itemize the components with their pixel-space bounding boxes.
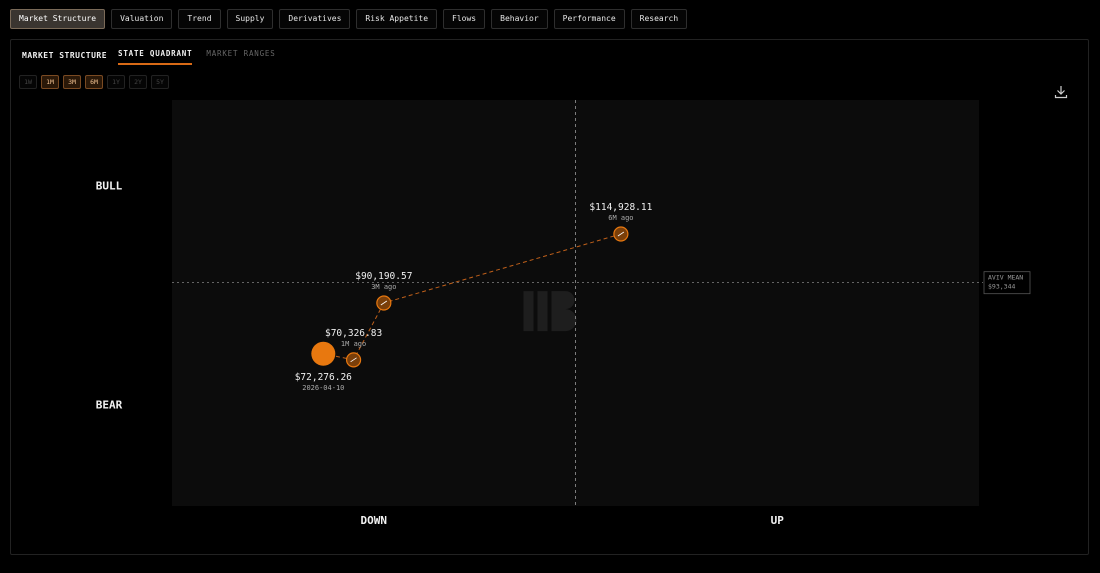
quadrant-label-up: UP <box>771 514 785 527</box>
state-quadrant-chart: AVIV MEAN$93,344 BULL BEAR DOWN UP $114,928.1… <box>96 100 1031 527</box>
point-date: 2026-04-10 <box>302 384 344 392</box>
mean-value: $93,344 <box>988 283 1015 291</box>
point-price: $90,190.57 <box>355 271 412 282</box>
current-point[interactable] <box>311 341 336 366</box>
point-price: $114,928.11 <box>589 202 652 213</box>
point-sub: 6M ago <box>608 214 633 222</box>
quadrant-label-down: DOWN <box>361 514 388 527</box>
mean-label: AVIV MEAN <box>988 274 1023 282</box>
quadrant-label-bear: BEAR <box>96 399 123 412</box>
point-sub: 1M ago <box>341 340 366 348</box>
watermark-bar-1 <box>523 291 534 332</box>
point-price: $70,326.83 <box>325 328 382 339</box>
point-price: $72,276.26 <box>295 372 352 383</box>
quadrant-label-bull: BULL <box>96 179 123 192</box>
point-sub: 3M ago <box>371 283 396 291</box>
watermark-bar-2 <box>537 291 548 332</box>
